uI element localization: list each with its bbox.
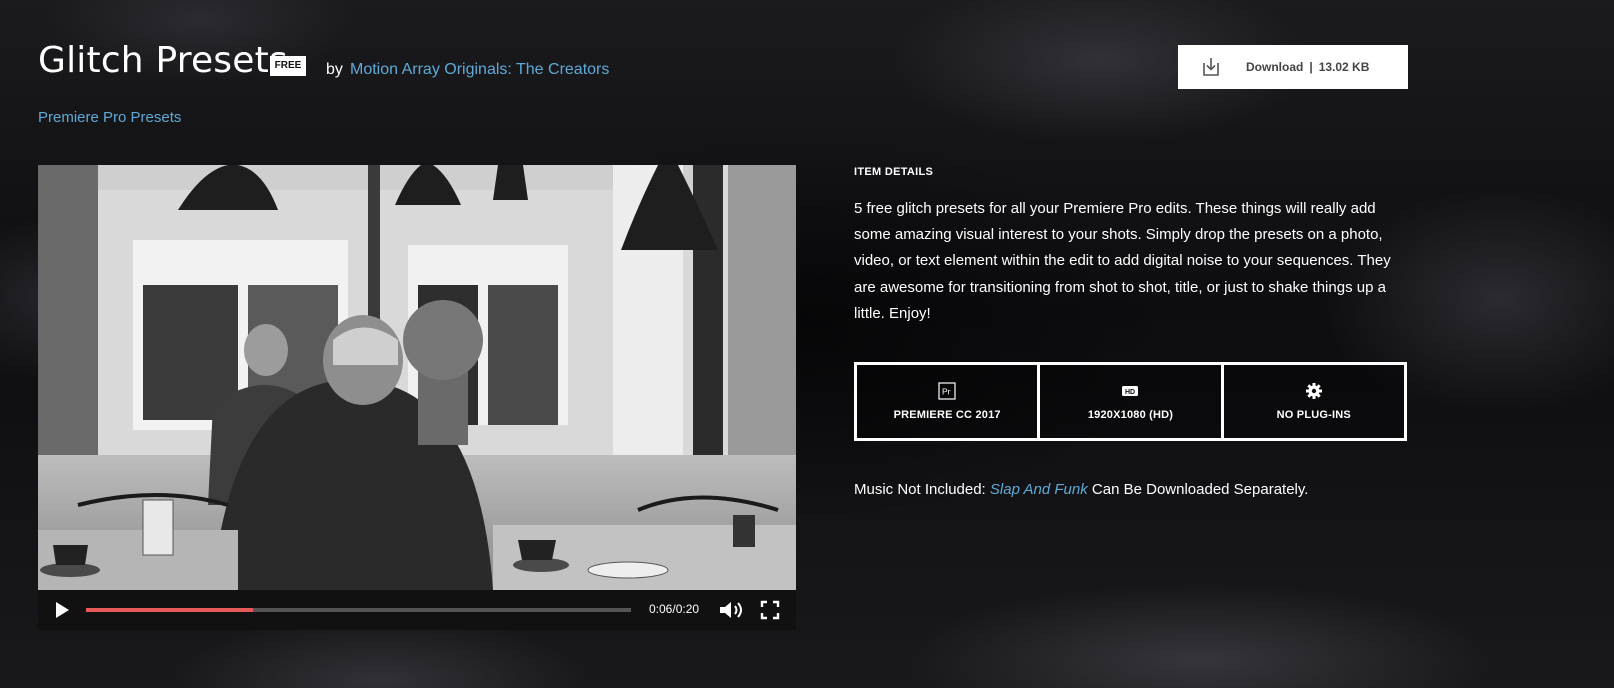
music-note: Music Not Included: Slap And Funk Can Be…: [854, 481, 1308, 498]
fullscreen-icon[interactable]: [760, 600, 780, 620]
free-badge: FREE: [270, 56, 306, 76]
spec-resolution: HD 1920X1080 (HD): [1040, 365, 1224, 438]
category-link[interactable]: Premiere Pro Presets: [38, 109, 181, 126]
author-link[interactable]: Motion Array Originals: The Creators: [350, 61, 609, 79]
spec-label-resolution: 1920X1080 (HD): [1087, 409, 1174, 421]
video-frame: [38, 165, 796, 590]
video-controls: 0:06/0:20: [38, 590, 796, 630]
progress-fill: [86, 608, 254, 612]
download-button[interactable]: Download | 13.02 KB: [1178, 45, 1408, 89]
progress-bar[interactable]: [86, 608, 631, 612]
time-display: 0:06/0:20: [649, 602, 700, 616]
page-title: Glitch Presets: [38, 40, 288, 81]
spec-plugins: NO PLUG-INS: [1224, 365, 1404, 438]
download-size: 13.02 KB: [1318, 60, 1370, 74]
product-page: Glitch Presets FREE by Motion Array Orig…: [0, 0, 1614, 688]
download-label: Download: [1246, 60, 1304, 74]
item-description: 5 free glitch presets for all your Premi…: [854, 200, 1391, 322]
music-track-link[interactable]: Slap And Funk: [990, 481, 1088, 498]
download-separator: |: [1309, 60, 1313, 74]
hd-icon: HD: [1122, 386, 1139, 396]
hd-icon-text: HD: [1125, 389, 1135, 396]
spec-boxes: Pr PREMIERE CC 2017 HD 1920X1080 (HD) NO…: [854, 362, 1407, 441]
play-icon[interactable]: [52, 600, 72, 620]
spec-label-plugins: NO PLUG-INS: [1276, 409, 1351, 421]
premiere-icon-text: Pr: [942, 387, 951, 397]
premiere-pro-icon: Pr: [938, 382, 956, 400]
item-details-heading: ITEM DETAILS: [854, 166, 934, 178]
music-suffix: Can Be Downloaded Separately.: [1091, 481, 1309, 498]
spec-label-premiere: PREMIERE CC 2017: [893, 409, 1001, 421]
gear-icon: [1305, 383, 1322, 399]
download-icon: [1203, 58, 1219, 76]
spec-premiere: Pr PREMIERE CC 2017: [857, 365, 1041, 438]
volume-icon[interactable]: [718, 599, 746, 621]
music-prefix: Music Not Included:: [854, 481, 986, 498]
video-player[interactable]: 0:06/0:20: [38, 165, 796, 630]
by-label: by: [326, 61, 343, 78]
